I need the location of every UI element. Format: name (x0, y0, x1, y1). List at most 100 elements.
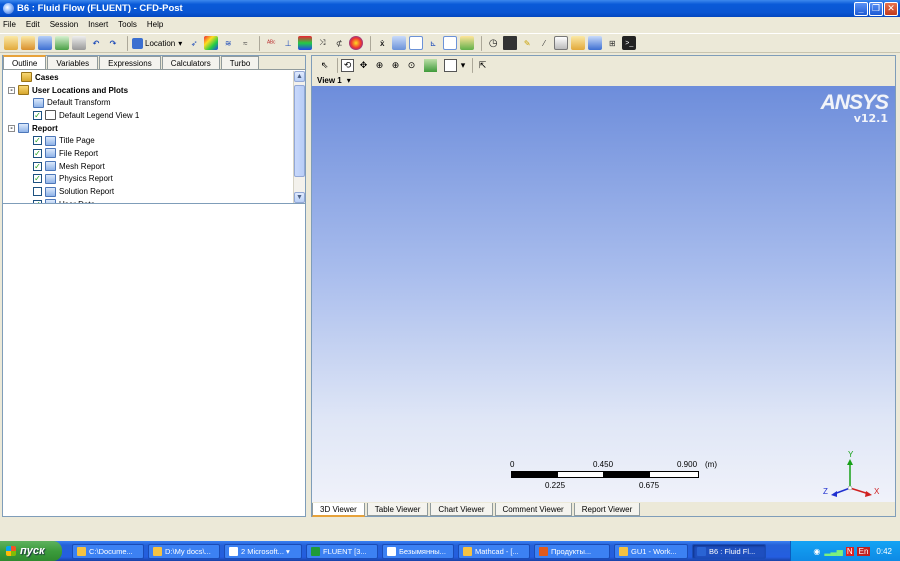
3d-viewport[interactable]: ANSYS v12.1 0 0.450 0.900 (m) 0.225 0.67… (312, 86, 895, 502)
tab-3d-viewer[interactable]: 3D Viewer (312, 503, 365, 517)
pan-icon[interactable]: ✥ (357, 59, 370, 72)
expression-icon[interactable] (392, 36, 407, 50)
visibility-checkbox[interactable]: ✓ (33, 148, 42, 158)
figure-icon[interactable] (460, 36, 475, 50)
taskbar-button[interactable]: Безымянны... (382, 543, 454, 559)
tree-item[interactable]: Default Transform (3, 96, 293, 109)
animation-icon[interactable] (503, 36, 518, 50)
zoom-icon[interactable]: ⊕ (373, 59, 386, 72)
tab-comment-viewer[interactable]: Comment Viewer (494, 503, 572, 516)
menu-insert[interactable]: Insert (88, 20, 108, 29)
scroll-up-button[interactable]: ▲ (294, 71, 305, 82)
tray-lang[interactable]: En (856, 546, 871, 556)
streamline-icon[interactable]: ≋ (221, 36, 235, 50)
menu-tools[interactable]: Tools (118, 20, 137, 29)
taskbar-button[interactable]: 2 Microsoft... ▾ (224, 543, 302, 559)
redo-icon[interactable]: ↷ (106, 36, 120, 50)
new-case-icon[interactable] (4, 36, 18, 50)
tab-calculators[interactable]: Calculators (161, 56, 220, 69)
tree-item[interactable]: ✓ Default Legend View 1 (3, 109, 293, 122)
save-state-icon[interactable] (38, 36, 52, 50)
color-map-icon[interactable] (349, 36, 364, 50)
taskbar-button[interactable]: C:\Docume... (72, 543, 144, 559)
menu-help[interactable]: Help (147, 20, 163, 29)
taskbar-button[interactable]: Mathcad - [... (458, 543, 530, 559)
menu-edit[interactable]: Edit (26, 20, 40, 29)
visibility-checkbox[interactable]: ✓ (33, 110, 42, 120)
collapse-icon[interactable]: - (8, 86, 15, 94)
tree-scrollbar[interactable]: ▲ ▼ (293, 71, 305, 203)
taskbar-button[interactable]: Продукты... (534, 543, 610, 559)
tree-item[interactable]: - Report (3, 122, 293, 135)
undo-icon[interactable]: ↶ (89, 36, 103, 50)
visibility-checkbox[interactable]: ✓ (33, 136, 42, 146)
load-state-icon[interactable] (21, 36, 35, 50)
tree-item[interactable]: Cases (3, 71, 293, 84)
location-dropdown[interactable]: Location ▾ (132, 37, 182, 49)
clip-plane-icon[interactable]: ⊄ (332, 36, 346, 50)
visibility-checkbox[interactable] (33, 187, 42, 197)
menu-session[interactable]: Session (50, 20, 78, 29)
taskbar-button[interactable]: FLUENT [3... (306, 543, 378, 559)
logo-version: v12.1 (853, 112, 888, 125)
scroll-down-button[interactable]: ▼ (294, 192, 305, 203)
refresh-icon[interactable] (55, 36, 69, 50)
quick-editor-icon[interactable]: ✎ (520, 36, 534, 50)
mesh-calculator-icon[interactable] (588, 36, 603, 50)
tree-item[interactable]: Solution Report (3, 185, 293, 198)
print-icon[interactable] (72, 36, 86, 50)
page-icon (45, 173, 56, 184)
tab-chart-viewer[interactable]: Chart Viewer (430, 503, 493, 516)
variable-icon[interactable]: ẋ (375, 36, 389, 50)
viewport-layout-icon[interactable] (444, 58, 457, 72)
taskbar-button[interactable]: D:\My docs\... (148, 543, 220, 559)
view-selector[interactable]: View 1 ▾ (312, 75, 895, 86)
tree-item[interactable]: ✓ Title Page (3, 134, 293, 147)
contour-icon[interactable] (204, 36, 219, 50)
scroll-thumb[interactable] (294, 85, 305, 177)
taskbar-button[interactable]: GU1 - Work... (614, 543, 688, 559)
fit-view-icon[interactable] (424, 58, 437, 72)
particle-track-icon[interactable]: ≈ (238, 36, 252, 50)
instance-transform-icon[interactable]: ⤨ (315, 36, 329, 50)
visibility-checkbox[interactable]: ✓ (33, 174, 42, 184)
tree-item[interactable]: - User Locations and Plots (3, 84, 293, 97)
macro-calculator-icon[interactable] (571, 36, 586, 50)
tab-turbo[interactable]: Turbo (220, 56, 260, 69)
tree-item[interactable]: ✓ File Report (3, 147, 293, 160)
zoom-box-icon[interactable]: ⊕ (389, 59, 402, 72)
probe-icon[interactable]: ⁄ (537, 36, 551, 50)
command-editor-icon[interactable]: >_ (622, 36, 637, 50)
chart-icon[interactable]: ⊾ (426, 36, 440, 50)
viewer-options-icon[interactable]: ⇱ (476, 59, 489, 72)
tree-item[interactable]: ✓ Physics Report (3, 173, 293, 186)
collapse-icon[interactable]: - (8, 124, 15, 132)
timestep-icon[interactable]: ◷ (486, 36, 500, 50)
tab-table-viewer[interactable]: Table Viewer (366, 503, 429, 516)
text-icon[interactable]: ᴬᴮᶜ (264, 36, 278, 50)
function-calculator-icon[interactable] (554, 36, 569, 50)
tab-outline[interactable]: Outline (3, 55, 47, 69)
menu-file[interactable]: File (3, 20, 16, 29)
tab-variables[interactable]: Variables (47, 56, 99, 69)
vector-icon[interactable]: ➶ (187, 36, 201, 50)
comment-icon[interactable] (443, 36, 458, 50)
tree-item[interactable]: ✓ Mesh Report (3, 160, 293, 173)
start-button[interactable]: пуск (0, 541, 62, 561)
select-icon[interactable]: ⇖ (318, 59, 331, 72)
tab-expressions[interactable]: Expressions (99, 56, 161, 69)
taskbar-button[interactable]: B6 : Fluid Fl... (692, 543, 766, 559)
minimize-button[interactable]: _ (854, 1, 868, 16)
legend-icon[interactable] (298, 36, 313, 50)
coordinate-frame-icon[interactable]: ⊥ (281, 36, 295, 50)
tab-report-viewer[interactable]: Report Viewer (573, 503, 641, 516)
case-comparison-icon[interactable]: ⊞ (605, 36, 619, 50)
table-icon[interactable] (409, 36, 424, 50)
rotate-icon[interactable]: ⟲ (341, 58, 354, 72)
visibility-checkbox[interactable]: ✓ (33, 161, 42, 171)
scale-segment (649, 471, 699, 478)
zoom-to-fit-icon[interactable]: ⊙ (405, 59, 418, 72)
maximize-button[interactable]: ❐ (869, 1, 883, 16)
chevron-down-icon[interactable]: ▾ (460, 59, 466, 72)
close-button[interactable]: ✕ (884, 1, 898, 16)
